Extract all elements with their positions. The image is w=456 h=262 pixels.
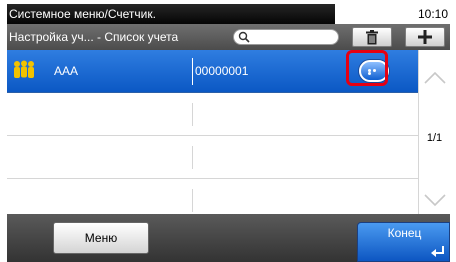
callout-highlight [346,50,388,86]
trash-icon [366,30,378,45]
list-item-empty [7,93,418,136]
scroll-down-button[interactable] [423,190,447,210]
account-number: 00000001 [195,64,249,78]
column-divider [192,146,193,169]
enter-icon [431,246,444,257]
column-divider [192,189,193,212]
page-title: Настройка уч... - Список учета [9,30,179,44]
clock: 10:10 [335,4,450,24]
plus-icon [418,30,432,44]
search-icon [238,31,250,43]
title-bar: Системное меню/Счетчик. 10:10 [7,4,450,24]
scroll-column: 1/1 [418,50,450,224]
scroll-up-button[interactable] [423,68,447,88]
add-button[interactable] [405,27,445,47]
account-name: AAA [54,64,79,78]
group-icon [14,60,34,78]
screen: Системное меню/Счетчик. 10:10 Настройка … [7,4,450,262]
column-divider [192,103,193,126]
search-button[interactable] [233,29,339,45]
list-item-empty [7,136,418,179]
sub-header: Настройка уч... - Список учета [7,24,450,50]
column-divider [192,58,193,85]
end-button[interactable]: Конец [357,222,450,262]
menu-button[interactable]: Меню [53,222,149,254]
delete-button[interactable] [352,27,392,47]
page-indicator: 1/1 [426,132,443,144]
bottom-bar: Меню Конец [7,214,450,262]
breadcrumb: Системное меню/Счетчик. [7,4,335,24]
end-button-label: Конец [387,226,422,240]
